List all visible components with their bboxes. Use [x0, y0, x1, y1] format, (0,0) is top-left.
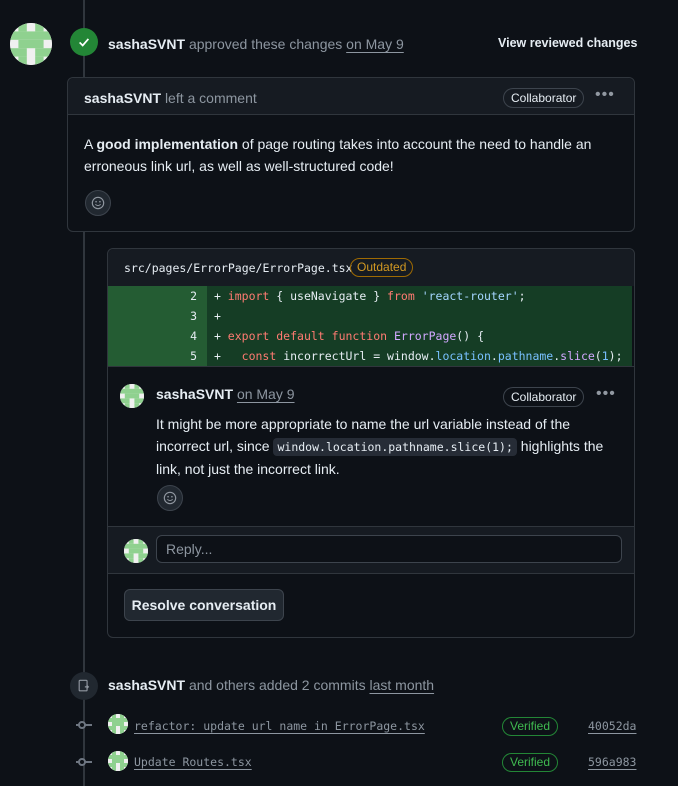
verified-badge[interactable]: Verified — [502, 717, 559, 736]
commit-sha-link[interactable]: 40052da — [588, 719, 636, 733]
comment-date-link[interactable]: on May 9 — [237, 386, 295, 402]
identicon-icon — [120, 384, 144, 408]
comment-author[interactable]: sashaSVNT — [84, 90, 161, 106]
commit-message-link[interactable]: Update Routes.tsx — [134, 755, 252, 769]
comment-body: A good implementation of page routing ta… — [84, 136, 592, 174]
inline-comment: sashaSVNT on May 9 Collaborator ••• It m… — [108, 366, 634, 527]
commits-date-link[interactable]: last month — [369, 677, 434, 693]
comment-author[interactable]: sashaSVNT — [156, 386, 233, 402]
avatar[interactable] — [108, 714, 128, 734]
reply-input[interactable]: Reply... — [156, 535, 622, 563]
review-thread-card: src/pages/ErrorPage/ErrorPage.tsx Outdat… — [107, 248, 635, 638]
avatar[interactable] — [10, 23, 52, 65]
identicon-icon — [108, 714, 128, 734]
identicon-icon — [108, 751, 128, 771]
push-icon — [70, 672, 98, 700]
review-comment-card: sashaSVNT left a comment Collaborator ••… — [67, 77, 635, 232]
add-reaction-icon[interactable] — [157, 485, 183, 511]
commit-message-link[interactable]: refactor: update url name in ErrorPage.t… — [134, 719, 425, 733]
diff-line: 4 + export default function ErrorPage() … — [108, 326, 632, 346]
reply-area: Reply... — [108, 526, 634, 574]
review-action: approved these changes — [188, 36, 343, 52]
avatar[interactable] — [120, 384, 144, 408]
comment-action: left a comment — [164, 90, 257, 106]
kebab-menu-icon[interactable]: ••• — [595, 86, 615, 104]
avatar — [124, 539, 148, 563]
review-header: sashaSVNT approved these changes on May … — [108, 36, 404, 52]
file-header: src/pages/ErrorPage/ErrorPage.tsx Outdat… — [108, 249, 634, 286]
commit-dot-icon — [78, 721, 86, 729]
commits-event-header: sashaSVNT and others added 2 commits las… — [108, 677, 435, 693]
diff-line: 3 + — [108, 306, 632, 326]
resolve-conversation-button[interactable]: Resolve conversation — [124, 589, 284, 621]
add-reaction-icon[interactable] — [85, 190, 111, 216]
outdated-badge: Outdated — [350, 258, 414, 277]
diff-line: 5 + const incorrectUrl = window.location… — [108, 346, 632, 366]
diff-line: 2 + import { useNavigate } from 'react-r… — [108, 286, 632, 306]
verified-badge[interactable]: Verified — [502, 753, 559, 772]
identicon-icon — [10, 23, 52, 65]
kebab-menu-icon[interactable]: ••• — [596, 385, 616, 403]
identicon-icon — [124, 539, 148, 563]
view-reviewed-changes-link[interactable]: View reviewed changes — [498, 36, 637, 50]
file-path[interactable]: src/pages/ErrorPage/ErrorPage.tsx — [124, 261, 352, 275]
comment-header: sashaSVNT left a comment Collaborator ••… — [68, 78, 634, 115]
commit-sha-link[interactable]: 596a983 — [588, 755, 636, 769]
commits-author[interactable]: sashaSVNT — [108, 677, 185, 693]
collaborator-badge: Collaborator — [503, 88, 585, 108]
comment-body: It might be more appropriate to name the… — [156, 416, 604, 477]
collaborator-badge: Collaborator — [503, 387, 585, 407]
review-author[interactable]: sashaSVNT — [108, 36, 185, 52]
approved-check-icon — [70, 28, 98, 56]
inline-code: window.location.pathname.slice(1); — [273, 438, 517, 456]
commit-dot-icon — [78, 758, 86, 766]
review-date-link[interactable]: on May 9 — [346, 36, 404, 52]
avatar[interactable] — [108, 751, 128, 771]
